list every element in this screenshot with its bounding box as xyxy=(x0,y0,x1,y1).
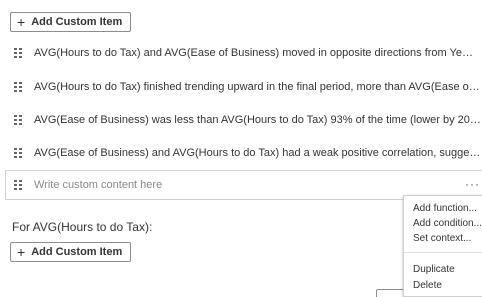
menu-item-add-condition[interactable]: Add condition... xyxy=(413,217,482,231)
partial-button[interactable] xyxy=(376,289,406,297)
insight-text: AVG(Hours to do Tax) finished trending u… xyxy=(34,81,482,93)
insight-row[interactable]: AVG(Hours to do Tax) finished trending u… xyxy=(14,77,482,97)
insight-row[interactable]: AVG(Ease of Business) was less than AVG(… xyxy=(14,110,482,130)
drag-handle-icon[interactable] xyxy=(14,82,24,92)
add-custom-item-button[interactable]: + Add Custom Item xyxy=(10,242,132,262)
add-custom-item-label: Add Custom Item xyxy=(31,246,123,258)
insight-text: AVG(Ease of Business) and AVG(Hours to d… xyxy=(34,147,482,159)
insight-row[interactable]: AVG(Ease of Business) and AVG(Hours to d… xyxy=(14,143,482,163)
drag-handle-icon[interactable] xyxy=(14,180,24,190)
menu-item-delete[interactable]: Delete xyxy=(413,279,442,293)
drag-handle-icon[interactable] xyxy=(14,115,24,125)
section-label: For AVG(Hours to do Tax): xyxy=(12,220,153,234)
add-custom-item-button[interactable]: + Add Custom Item xyxy=(10,12,132,32)
plus-icon: + xyxy=(17,244,26,260)
add-custom-item-label: Add Custom Item xyxy=(31,16,123,28)
custom-content-placeholder: Write custom content here xyxy=(34,179,163,191)
menu-item-duplicate[interactable]: Duplicate xyxy=(413,263,455,277)
plus-icon: + xyxy=(17,14,26,30)
menu-divider xyxy=(404,252,482,253)
drag-handle-icon[interactable] xyxy=(14,48,24,58)
insight-text: AVG(Hours to do Tax) and AVG(Ease of Bus… xyxy=(34,47,482,59)
insight-text: AVG(Ease of Business) was less than AVG(… xyxy=(34,114,482,126)
menu-item-add-function[interactable]: Add function... xyxy=(413,202,477,216)
drag-handle-icon[interactable] xyxy=(14,148,24,158)
insight-row[interactable]: AVG(Hours to do Tax) and AVG(Ease of Bus… xyxy=(14,43,482,63)
more-options-icon[interactable]: ··· xyxy=(465,177,480,191)
context-menu: Add function... Add condition... Set con… xyxy=(403,195,482,297)
menu-item-set-context[interactable]: Set context... xyxy=(413,232,471,246)
